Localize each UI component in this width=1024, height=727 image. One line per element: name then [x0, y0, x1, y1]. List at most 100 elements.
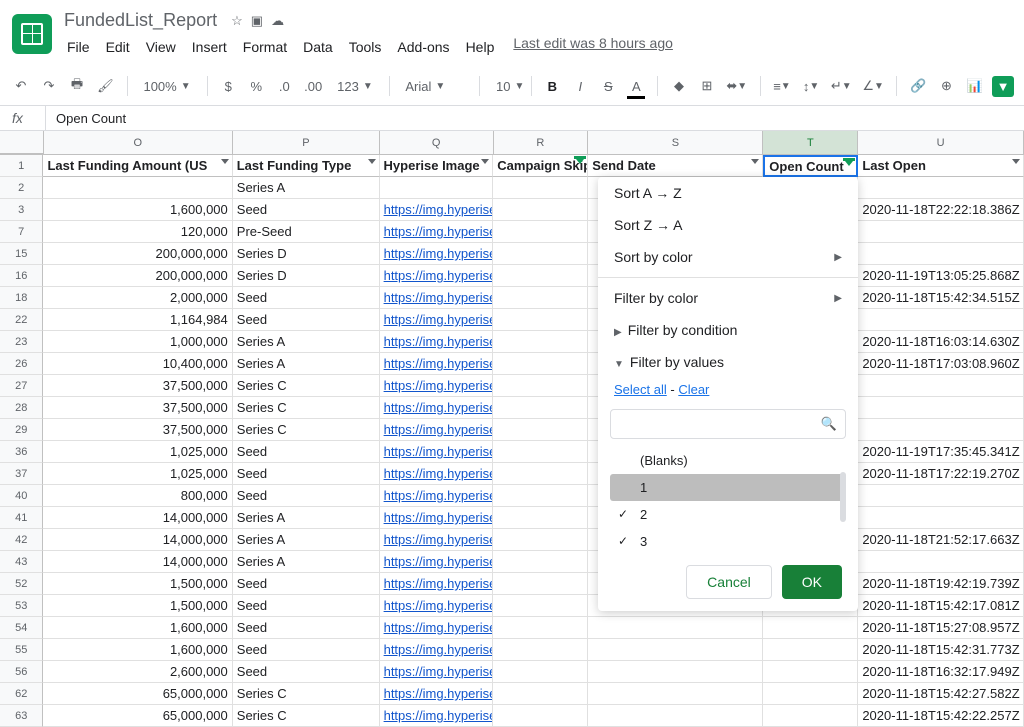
cell[interactable]: 14,000,000 [43, 529, 232, 551]
header-cell[interactable]: Send Date [588, 155, 763, 177]
cloud-icon[interactable]: ☁ [271, 13, 284, 29]
cell[interactable]: 1,600,000 [43, 617, 232, 639]
cell[interactable] [588, 639, 763, 661]
text-color-icon[interactable]: A [625, 75, 647, 98]
cell[interactable]: Seed [233, 639, 380, 661]
cell[interactable] [493, 265, 588, 287]
cell[interactable] [588, 705, 763, 727]
wrap-icon[interactable]: ↵ ▼ [828, 74, 854, 98]
print-icon[interactable]: 🖶 [66, 71, 88, 101]
cell[interactable]: Pre-Seed [233, 221, 380, 243]
merge-icon[interactable]: ⬌ ▼ [724, 74, 750, 98]
cell[interactable]: Series A [233, 353, 380, 375]
sheets-logo[interactable] [12, 14, 52, 54]
cell[interactable]: 65,000,000 [43, 683, 232, 705]
row-header[interactable]: 42 [0, 529, 43, 551]
cell[interactable]: https://img.hyperise.co/i/eyaG6ITF2 [380, 463, 494, 485]
cell[interactable] [763, 661, 858, 683]
cell[interactable]: https://img.hyperise.co/i/eyaG6ITF2 [380, 529, 494, 551]
cell[interactable]: Series C [233, 705, 380, 727]
cell[interactable] [380, 177, 494, 199]
cell[interactable]: https://img.hyperise.co/i/eyaG6ITF2 [380, 243, 494, 265]
cell[interactable]: https://img.hyperise.co/i/eyaG6ITF2 [380, 221, 494, 243]
cell[interactable] [493, 661, 588, 683]
cell[interactable] [858, 485, 1024, 507]
redo-icon[interactable]: ↷ [38, 74, 60, 98]
cell[interactable] [493, 397, 588, 419]
col-header-S[interactable]: S [588, 131, 763, 154]
cell[interactable]: Seed [233, 617, 380, 639]
sort-za[interactable]: Sort Z → A [598, 209, 858, 241]
cell[interactable]: 2,600,000 [43, 661, 232, 683]
header-cell-selected[interactable]: Open Count [763, 155, 858, 177]
row-header[interactable]: 23 [0, 331, 43, 353]
cell[interactable] [493, 375, 588, 397]
cell[interactable]: Series A [233, 331, 380, 353]
row-header[interactable]: 63 [0, 705, 43, 727]
row-header[interactable]: 41 [0, 507, 43, 529]
row-header[interactable]: 56 [0, 661, 43, 683]
row-header[interactable]: 62 [0, 683, 43, 705]
col-header-T[interactable]: T [763, 131, 858, 154]
filter-search-input[interactable] [619, 417, 793, 432]
cell[interactable]: 2020-11-19T17:35:45.341Z [858, 441, 1024, 463]
cell[interactable] [493, 617, 588, 639]
filter-by-condition[interactable]: ▶Filter by condition [598, 314, 858, 346]
row-header[interactable]: 55 [0, 639, 43, 661]
cell[interactable]: 37,500,000 [43, 375, 232, 397]
menu-tools[interactable]: Tools [342, 35, 389, 59]
cell[interactable]: https://img.hyperise.co/i/eyaG6ITF2 [380, 683, 494, 705]
row-header[interactable]: 27 [0, 375, 43, 397]
filter-dropdown-icon[interactable] [481, 159, 489, 164]
cell[interactable] [763, 639, 858, 661]
v-align-icon[interactable]: ↕ ▼ [800, 75, 823, 98]
cell[interactable] [763, 683, 858, 705]
row-header[interactable]: 16 [0, 265, 43, 287]
cell[interactable]: Seed [233, 199, 380, 221]
cell[interactable]: 2020-11-18T21:52:17.663Z [858, 529, 1024, 551]
cell[interactable]: https://img.hyperise.co/i/eyaG6ITF2 [380, 397, 494, 419]
cell[interactable]: 14,000,000 [43, 507, 232, 529]
cell[interactable] [858, 419, 1024, 441]
cell[interactable] [493, 331, 588, 353]
cell[interactable]: Seed [233, 595, 380, 617]
cell[interactable] [43, 177, 232, 199]
cell[interactable]: Seed [233, 661, 380, 683]
rotate-icon[interactable]: ∠ ▼ [860, 74, 886, 98]
filter-value-1[interactable]: 1 [610, 474, 846, 501]
select-all-corner[interactable] [0, 131, 44, 154]
formula-bar[interactable]: Open Count [46, 107, 1024, 130]
font-select[interactable]: Arial▼ [399, 77, 469, 96]
cell[interactable]: Seed [233, 485, 380, 507]
cell[interactable]: Series D [233, 265, 380, 287]
filter-dropdown-icon[interactable] [368, 159, 376, 164]
cell[interactable]: https://img.hyperise.co/i/eyaG6ITF2 [380, 595, 494, 617]
cell[interactable] [858, 551, 1024, 573]
cell[interactable]: 2020-11-18T15:42:34.515Z [858, 287, 1024, 309]
cell[interactable] [493, 221, 588, 243]
cell[interactable]: 14,000,000 [43, 551, 232, 573]
move-icon[interactable]: ▣ [251, 13, 263, 29]
col-header-Q[interactable]: Q [380, 131, 494, 154]
cell[interactable] [858, 221, 1024, 243]
header-cell[interactable]: Last Funding Type [233, 155, 380, 177]
cell[interactable]: https://img.hyperise.co/i/eyaG6ITF2 [380, 441, 494, 463]
cell[interactable]: https://img.hyperise.co/i/eyaG6ITF2 [380, 507, 494, 529]
menu-data[interactable]: Data [296, 35, 340, 59]
cell[interactable]: https://img.hyperise.co/i/eyaG6ITF2 [380, 309, 494, 331]
undo-icon[interactable]: ↶ [10, 74, 32, 98]
row-header[interactable]: 54 [0, 617, 43, 639]
cell[interactable] [858, 243, 1024, 265]
cancel-button[interactable]: Cancel [686, 565, 772, 599]
menu-insert[interactable]: Insert [185, 35, 234, 59]
cell[interactable] [493, 529, 588, 551]
filter-dropdown-icon[interactable] [1012, 159, 1020, 164]
cell[interactable]: 2020-11-18T15:42:17.081Z [858, 595, 1024, 617]
cell[interactable] [493, 705, 588, 727]
cell[interactable] [763, 617, 858, 639]
menu-addons[interactable]: Add-ons [390, 35, 456, 59]
filter-dropdown-icon[interactable] [576, 159, 584, 164]
cell[interactable]: Series C [233, 375, 380, 397]
cell[interactable]: 200,000,000 [43, 265, 232, 287]
cell[interactable]: 37,500,000 [43, 397, 232, 419]
